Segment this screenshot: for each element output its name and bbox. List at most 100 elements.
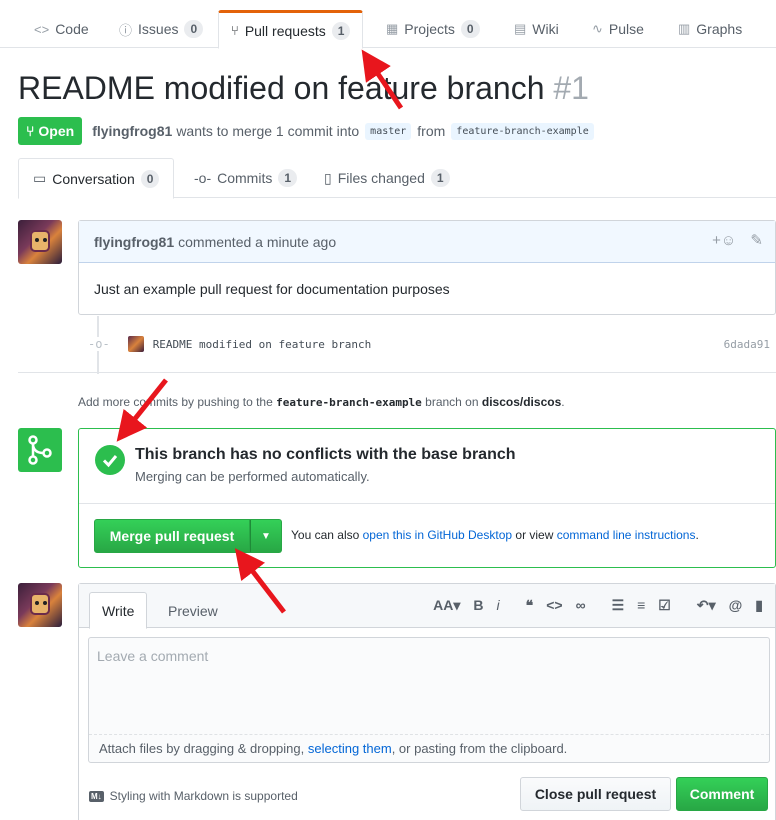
commit-row: -o- README modified on feature branch 6d… bbox=[88, 334, 776, 354]
italic-icon[interactable]: i bbox=[497, 597, 500, 614]
projects-counter: 0 bbox=[460, 20, 480, 38]
pull-request-icon: ⑂ bbox=[26, 123, 35, 139]
pr-number: #1 bbox=[553, 70, 589, 106]
nav-pull-requests[interactable]: ⑂ Pull requests 1 bbox=[218, 10, 364, 49]
tab-files-label: Files changed bbox=[337, 170, 425, 186]
tab-commits[interactable]: -o- Commits 1 bbox=[180, 158, 311, 198]
bookmark-icon[interactable]: ▮ bbox=[755, 597, 763, 614]
book-icon: ▤ bbox=[514, 21, 527, 36]
new-comment-form: Write Preview AA▾ B i ❝ <> ∞ ☰ ≡ ☑ ↶▾ @ … bbox=[78, 583, 776, 820]
numbered-list-icon[interactable]: ≡ bbox=[637, 597, 645, 614]
pulls-counter: 1 bbox=[331, 21, 351, 40]
bullet-list-icon[interactable]: ☰ bbox=[612, 597, 625, 614]
nav-graphs[interactable]: ▥ Graphs bbox=[666, 10, 754, 48]
nav-pulls-label: Pull requests bbox=[244, 22, 326, 39]
pr-tabs: ▭ Conversation 0 -o- Commits 1 ▯ Files c… bbox=[18, 158, 776, 199]
page-title: README modified on feature branch #1 bbox=[18, 70, 589, 107]
avatar-face bbox=[30, 230, 50, 252]
chevron-down-icon: ▼ bbox=[261, 530, 271, 542]
nav-code-label: Code bbox=[55, 21, 89, 37]
heading-icon[interactable]: AA▾ bbox=[433, 597, 460, 614]
pencil-icon[interactable]: ✎ bbox=[750, 232, 763, 249]
comment-time[interactable]: commented a minute ago bbox=[178, 234, 336, 250]
merge-dropdown-button[interactable]: ▼ bbox=[250, 519, 282, 553]
issue-icon: ⓘ bbox=[119, 22, 133, 38]
merge-actions: Merge pull request ▼ You can also open t… bbox=[79, 504, 775, 568]
mention-icon[interactable]: @ bbox=[729, 597, 743, 614]
comment-textarea[interactable] bbox=[89, 638, 769, 734]
status-badge: ⑂ Open bbox=[18, 117, 83, 145]
status-label: Open bbox=[38, 123, 75, 139]
tab-write[interactable]: Write bbox=[89, 592, 148, 629]
issues-counter: 0 bbox=[184, 20, 204, 38]
merge-subtitle: Merging can be performed automatically. bbox=[135, 469, 370, 484]
comment-button[interactable]: Comment bbox=[676, 777, 768, 811]
drop-text-1: Attach files by dragging & dropping, bbox=[99, 741, 305, 756]
nav-code[interactable]: <> Code bbox=[22, 10, 101, 48]
add-reaction-icon[interactable]: +☺ bbox=[712, 232, 736, 249]
markdown-toolbar: AA▾ B i ❝ <> ∞ ☰ ≡ ☑ ↶▾ @ ▮ bbox=[420, 597, 763, 614]
comment-icon: ▭ bbox=[33, 170, 47, 186]
comment-author[interactable]: flyingfrog81 bbox=[94, 234, 174, 250]
link-icon[interactable]: ∞ bbox=[576, 597, 586, 614]
info-text-2: branch on bbox=[425, 395, 479, 409]
merge-box: This branch has no conflicts with the ba… bbox=[78, 428, 776, 568]
nav-issues-label: Issues bbox=[138, 21, 179, 37]
nav-projects-label: Projects bbox=[404, 21, 455, 37]
commit-avatar[interactable] bbox=[127, 336, 144, 352]
head-branch[interactable]: feature-branch-example bbox=[451, 122, 594, 140]
commit-icon: -o- bbox=[88, 337, 110, 351]
close-pull-request-button[interactable]: Close pull request bbox=[520, 777, 671, 811]
task-list-icon[interactable]: ☑ bbox=[658, 597, 671, 614]
base-branch[interactable]: master bbox=[365, 122, 412, 140]
nav-pulse[interactable]: ∿ Pulse bbox=[580, 10, 656, 48]
diff-icon: ▯ bbox=[324, 169, 332, 186]
pulse-icon: ∿ bbox=[592, 21, 603, 36]
push-info: Add more commits by pushing to the featu… bbox=[78, 395, 565, 409]
avatar-face bbox=[30, 593, 50, 615]
from-text: from bbox=[417, 123, 446, 139]
author-link[interactable]: flyingfrog81 bbox=[92, 123, 172, 139]
comment-actions: +☺ ✎ bbox=[712, 231, 763, 249]
merge-button[interactable]: Merge pull request bbox=[94, 519, 250, 553]
merge-icon bbox=[18, 428, 62, 472]
tab-conversation-label: Conversation bbox=[52, 170, 135, 187]
commit-sha[interactable]: 6dada91 bbox=[724, 338, 770, 351]
info-branch: feature-branch-example bbox=[276, 396, 422, 409]
avatar[interactable] bbox=[18, 583, 62, 627]
conversation-counter: 0 bbox=[140, 169, 160, 188]
tab-files-changed[interactable]: ▯ Files changed 1 bbox=[310, 158, 464, 198]
graph-icon: ▥ bbox=[678, 21, 691, 36]
project-icon: ▦ bbox=[386, 21, 399, 36]
merge-title: This branch has no conflicts with the ba… bbox=[135, 446, 516, 463]
drop-text-2: , or pasting from the clipboard. bbox=[391, 741, 568, 756]
nav-projects[interactable]: ▦ Projects 0 bbox=[374, 10, 492, 48]
alt-text-3: . bbox=[695, 528, 699, 542]
markdown-icon: M↓ bbox=[89, 790, 104, 802]
commit-message[interactable]: README modified on feature branch bbox=[153, 338, 372, 351]
open-desktop-link[interactable]: open this in GitHub Desktop bbox=[363, 528, 512, 542]
comment-textarea-wrapper: Attach files by dragging & dropping, sel… bbox=[88, 637, 770, 763]
quote-icon[interactable]: ❝ bbox=[526, 597, 534, 614]
cli-instructions-link[interactable]: command line instructions bbox=[557, 528, 696, 542]
nav-issues[interactable]: ⓘ Issues 0 bbox=[107, 10, 215, 48]
info-text-1: Add more commits by pushing to the bbox=[78, 395, 273, 409]
file-drop-zone[interactable]: Attach files by dragging & dropping, sel… bbox=[89, 734, 769, 762]
markdown-label: Styling with Markdown is supported bbox=[109, 789, 298, 803]
files-counter: 1 bbox=[430, 169, 450, 187]
nav-wiki[interactable]: ▤ Wiki bbox=[502, 10, 571, 48]
code-icon[interactable]: <> bbox=[546, 597, 562, 614]
tab-conversation[interactable]: ▭ Conversation 0 bbox=[18, 158, 175, 199]
pull-request-icon: ⑂ bbox=[231, 23, 239, 38]
alt-text-1: You can also bbox=[291, 528, 360, 542]
avatar[interactable] bbox=[18, 220, 62, 264]
select-files-link[interactable]: selecting them bbox=[308, 741, 392, 756]
markdown-hint[interactable]: M↓ Styling with Markdown is supported bbox=[89, 789, 298, 803]
tab-commits-label: Commits bbox=[217, 170, 273, 186]
reply-icon[interactable]: ↶▾ bbox=[697, 597, 716, 614]
bold-icon[interactable]: B bbox=[473, 597, 483, 614]
code-icon: <> bbox=[34, 21, 50, 37]
tab-preview[interactable]: Preview bbox=[156, 592, 230, 629]
comment: flyingfrog81 commented a minute ago +☺ ✎… bbox=[78, 220, 776, 315]
nav-graphs-label: Graphs bbox=[696, 21, 743, 37]
